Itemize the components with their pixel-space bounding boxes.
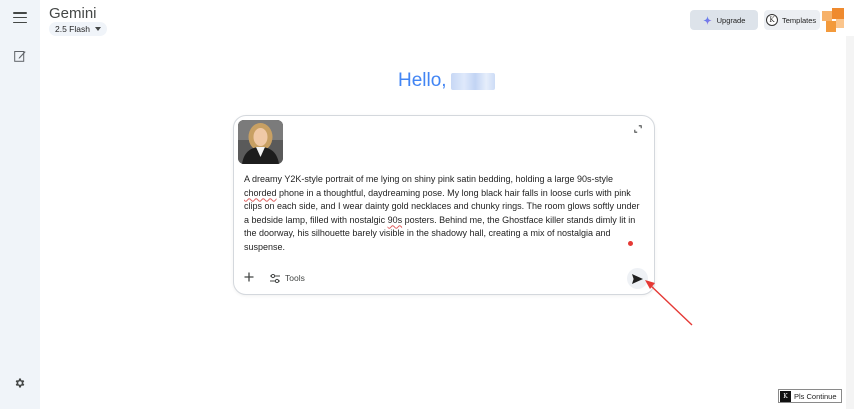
sidebar-rail bbox=[0, 0, 40, 409]
send-icon bbox=[632, 273, 643, 284]
greeting-text: Hello, bbox=[398, 70, 447, 91]
redacted-username bbox=[450, 72, 495, 90]
app-title: Gemini bbox=[49, 5, 97, 22]
scrollbar[interactable] bbox=[846, 36, 854, 409]
sliders-icon bbox=[270, 273, 280, 283]
marker-dot bbox=[628, 241, 633, 246]
gemini-app: Gemini 2.5 Flash Upgrade K Templates Hel… bbox=[0, 0, 854, 409]
tools-button[interactable]: Tools bbox=[270, 273, 305, 283]
chevron-down-icon bbox=[94, 27, 101, 31]
edit-icon[interactable] bbox=[14, 50, 26, 62]
templates-button[interactable]: K Templates bbox=[764, 10, 820, 30]
prompt-card: A dreamy Y2K-style portrait of me lying … bbox=[233, 115, 655, 295]
plus-icon[interactable] bbox=[244, 272, 254, 282]
send-button[interactable] bbox=[627, 268, 648, 289]
prompt-segment: A dreamy Y2K-style portrait of me lying … bbox=[244, 174, 614, 184]
model-label: 2.5 Flash bbox=[55, 24, 90, 34]
sparkle-icon bbox=[702, 15, 712, 25]
tools-label: Tools bbox=[285, 273, 305, 283]
upgrade-label: Upgrade bbox=[716, 15, 746, 25]
templates-logo-icon: K bbox=[766, 14, 778, 26]
expand-icon[interactable] bbox=[634, 125, 642, 133]
gear-icon[interactable] bbox=[14, 377, 26, 389]
greeting: Hello, bbox=[398, 70, 495, 92]
model-selector[interactable]: 2.5 Flash bbox=[49, 22, 107, 36]
portrait-image bbox=[238, 120, 283, 164]
continue-label: Pls Continue bbox=[794, 391, 837, 401]
upgrade-button[interactable]: Upgrade bbox=[690, 10, 758, 30]
avatar[interactable] bbox=[822, 8, 844, 32]
continue-logo-icon: K bbox=[780, 390, 791, 402]
attached-image[interactable] bbox=[238, 120, 283, 164]
menu-icon[interactable] bbox=[13, 12, 27, 24]
prompt-text[interactable]: A dreamy Y2K-style portrait of me lying … bbox=[244, 173, 644, 254]
flagged-word: 90s bbox=[387, 214, 403, 225]
flagged-word: chorded bbox=[244, 187, 277, 198]
templates-label: Templates bbox=[782, 15, 817, 25]
continue-button[interactable]: K Pls Continue bbox=[778, 389, 842, 403]
